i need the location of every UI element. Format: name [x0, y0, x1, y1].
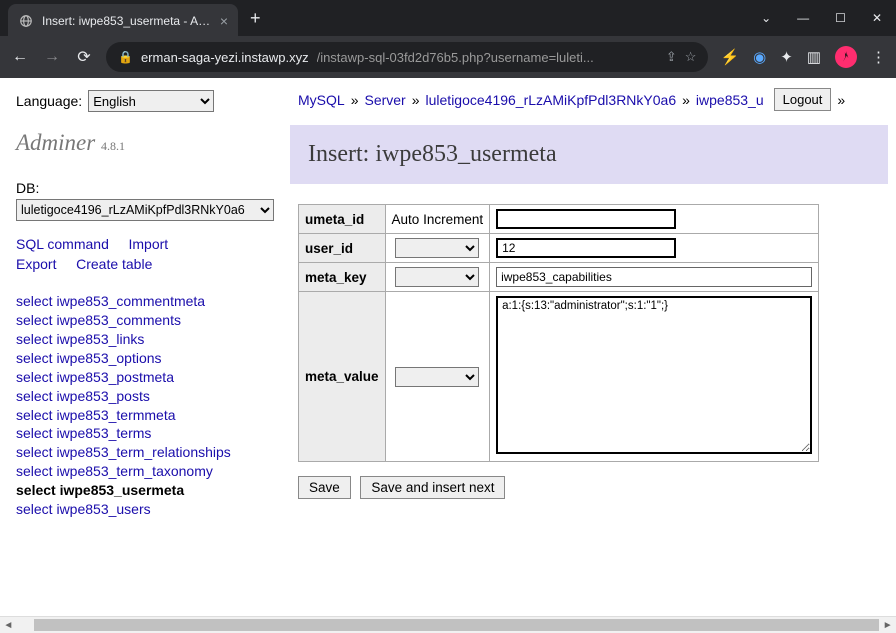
- sidebar-table-link[interactable]: select iwpe853_links: [16, 330, 272, 349]
- window-controls: ⌄ ― ☐ ✕: [761, 11, 896, 25]
- browser-toolbar: ← → ⟳ 🔒 erman-saga-yezi.instawp.xyz /ins…: [0, 36, 896, 78]
- page-title: Insert: iwpe853_usermeta: [308, 141, 870, 168]
- tab-title: Insert: iwpe853_usermeta - Admi: [42, 14, 212, 28]
- browser-chrome: Insert: iwpe853_usermeta - Admi × + ⌄ ― …: [0, 0, 896, 78]
- lock-icon: 🔒: [118, 50, 133, 64]
- fields-table: umeta_id Auto Increment user_id meta_key…: [298, 204, 819, 462]
- link-import[interactable]: Import: [128, 236, 168, 252]
- tab-close-icon[interactable]: ×: [220, 13, 228, 29]
- db-select[interactable]: luletigoce4196_rLzAMiKpfPdl3RNkY0a6: [16, 199, 274, 221]
- field-name: user_id: [299, 234, 386, 263]
- tabs-icon[interactable]: ▥: [807, 48, 821, 66]
- extension-icons: ⚡ ◉ ✦ ▥ ⋮: [720, 46, 886, 68]
- sidebar-table-link[interactable]: select iwpe853_options: [16, 349, 272, 368]
- close-window-icon[interactable]: ✕: [872, 11, 882, 25]
- sidebar-table-link[interactable]: select iwpe853_users: [16, 500, 272, 519]
- crumb-engine[interactable]: MySQL: [298, 92, 345, 108]
- star-icon[interactable]: ☆: [685, 49, 697, 65]
- maximize-icon[interactable]: ☐: [835, 11, 846, 25]
- ext-bolt-icon[interactable]: ⚡: [720, 48, 739, 66]
- field-name: meta_value: [299, 292, 386, 462]
- forward-icon: →: [42, 48, 62, 66]
- new-tab-button[interactable]: +: [250, 8, 261, 29]
- url-path: /instawp-sql-03fd2d76b5.php?username=lul…: [317, 50, 658, 65]
- meta-key-input[interactable]: [496, 267, 812, 287]
- table-row: meta_value: [299, 292, 819, 462]
- table-row: umeta_id Auto Increment: [299, 205, 819, 234]
- minimize-icon[interactable]: ―: [797, 11, 809, 25]
- field-type: Auto Increment: [385, 205, 490, 234]
- sidebar-table-link[interactable]: select iwpe853_postmeta: [16, 368, 272, 387]
- save-insert-next-button[interactable]: Save and insert next: [360, 476, 505, 499]
- crumb-table[interactable]: iwpe853_u: [696, 92, 764, 108]
- tab-strip: Insert: iwpe853_usermeta - Admi × + ⌄ ― …: [0, 0, 896, 36]
- meta-value-func-select[interactable]: [395, 367, 479, 387]
- reload-icon[interactable]: ⟳: [74, 47, 94, 67]
- umeta-id-input[interactable]: [496, 209, 676, 229]
- field-name: meta_key: [299, 263, 386, 292]
- table-list: select iwpe853_commentmetaselect iwpe853…: [16, 292, 272, 519]
- share-icon[interactable]: ⇪: [666, 49, 677, 65]
- scroll-right-icon[interactable]: ►: [879, 620, 896, 631]
- sidebar-links: SQL command Import Export Create table: [16, 235, 272, 274]
- chevron-down-icon[interactable]: ⌄: [761, 11, 771, 25]
- profile-avatar[interactable]: [835, 46, 857, 68]
- main: MySQL » Server » luletigoce4196_rLzAMiKp…: [284, 78, 896, 615]
- sidebar-table-link[interactable]: select iwpe853_term_taxonomy: [16, 462, 272, 481]
- table-row: user_id: [299, 234, 819, 263]
- browser-tab[interactable]: Insert: iwpe853_usermeta - Admi ×: [8, 4, 238, 38]
- sidebar-table-link[interactable]: select iwpe853_termmeta: [16, 406, 272, 425]
- brand-version: 4.8.1: [101, 139, 125, 153]
- address-bar[interactable]: 🔒 erman-saga-yezi.instawp.xyz /instawp-s…: [106, 42, 708, 72]
- user-id-func-select[interactable]: [395, 238, 479, 258]
- sidebar-table-link[interactable]: select iwpe853_term_relationships: [16, 443, 272, 462]
- link-export[interactable]: Export: [16, 256, 56, 272]
- link-sql-command[interactable]: SQL command: [16, 236, 109, 252]
- meta-key-func-select[interactable]: [395, 267, 479, 287]
- crumb-server[interactable]: Server: [364, 92, 405, 108]
- breadcrumb: MySQL » Server » luletigoce4196_rLzAMiKp…: [284, 78, 896, 119]
- extensions-icon[interactable]: ✦: [780, 48, 793, 66]
- field-name: umeta_id: [299, 205, 386, 234]
- sidebar-table-link[interactable]: select iwpe853_usermeta: [16, 481, 272, 500]
- crumb-db[interactable]: luletigoce4196_rLzAMiKpfPdl3RNkY0a6: [426, 92, 677, 108]
- sidebar-table-link[interactable]: select iwpe853_terms: [16, 424, 272, 443]
- kebab-menu-icon[interactable]: ⋮: [871, 48, 886, 66]
- page: Language: English Adminer 4.8.1 DB: lule…: [0, 78, 896, 615]
- sidebar: Language: English Adminer 4.8.1 DB: lule…: [0, 78, 284, 615]
- meta-value-textarea[interactable]: [496, 296, 812, 454]
- insert-form: umeta_id Auto Increment user_id meta_key…: [284, 184, 896, 507]
- ext-eye-icon[interactable]: ◉: [753, 48, 766, 66]
- link-create-table[interactable]: Create table: [76, 256, 152, 272]
- language-label: Language:: [16, 93, 82, 109]
- logout-button[interactable]: Logout: [774, 88, 832, 111]
- sidebar-table-link[interactable]: select iwpe853_posts: [16, 387, 272, 406]
- language-select[interactable]: English: [88, 90, 214, 112]
- sidebar-table-link[interactable]: select iwpe853_comments: [16, 311, 272, 330]
- tab-favicon-icon: [18, 13, 34, 29]
- db-label: DB:: [16, 180, 272, 196]
- table-row: meta_key: [299, 263, 819, 292]
- sidebar-table-link[interactable]: select iwpe853_commentmeta: [16, 292, 272, 311]
- url-host: erman-saga-yezi.instawp.xyz: [141, 50, 309, 65]
- page-title-bar: Insert: iwpe853_usermeta: [290, 125, 888, 184]
- back-icon[interactable]: ←: [10, 48, 30, 66]
- horizontal-scrollbar[interactable]: ◄ ►: [0, 616, 896, 633]
- user-id-input[interactable]: [496, 238, 676, 258]
- scroll-left-icon[interactable]: ◄: [0, 620, 17, 631]
- scrollbar-thumb[interactable]: [34, 619, 880, 631]
- save-button[interactable]: Save: [298, 476, 351, 499]
- brand-title: Adminer 4.8.1: [16, 130, 272, 156]
